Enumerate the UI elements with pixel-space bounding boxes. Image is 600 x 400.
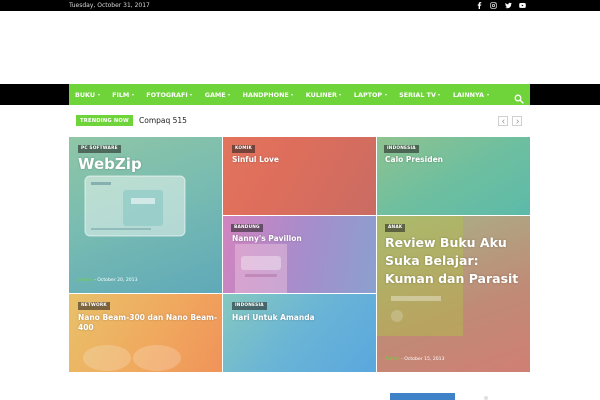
nav-item-label: LAINNYA [452,90,484,99]
category-badge[interactable]: PC SOFTWARE [78,145,121,153]
book-cover-image [235,244,287,293]
trending-prev-button[interactable] [498,116,508,126]
nav-item-serial-tv[interactable]: SERIAL TV [399,90,441,99]
post-title[interactable]: Review Buku Aku Suka Belajar: Kuman dan … [385,234,525,288]
nav-item-label: BUKU [75,90,96,99]
nav-item-kuliner[interactable]: KULINER [306,91,342,99]
chevron-down-icon [228,93,231,96]
nav-item-label: HANDPHONE [242,90,289,99]
post-date: October 20, 2013 [97,278,138,283]
post-date: October 15, 2013 [404,357,445,362]
post-meta: Admin - October 15, 2013 [385,357,445,362]
category-badge[interactable]: KOMIK [232,145,255,153]
nav-item-label: FOTOGRAFI [146,90,188,99]
nav-item-laptop[interactable]: LAPTOP [354,91,387,99]
nav-item-label: GAME [204,90,226,99]
nav-item-game[interactable]: GAME [204,90,231,99]
nav-item-label: KULINER [305,90,337,99]
device-image [83,345,181,371]
post-author[interactable]: Admin [78,278,93,283]
trending-badge: TRENDING NOW [76,115,133,126]
software-box-image [84,175,186,237]
featured-post-tile[interactable]: PC SOFTWARE WebZip Admin - October 20, 2… [69,137,222,293]
trending-title-link[interactable]: Compaq 515 [139,115,187,126]
featured-post-tile[interactable]: KOMIK Sinful Love [223,137,376,215]
nav-item-handphone[interactable]: HANDPHONE [243,91,294,99]
nav-item-film[interactable]: FILM [112,91,134,99]
post-title[interactable]: Nanny's Pavillon [232,234,367,244]
chevron-left-icon [501,118,505,124]
twitter-icon[interactable] [504,1,513,10]
main-navigation: BUKU FILM FOTOGRAFI GAME HANDPHONE KULIN… [0,84,600,105]
post-title[interactable]: Hari Untuk Amanda [232,313,367,323]
post-title[interactable]: WebZip [78,155,213,174]
nav-item-label: SERIAL TV [399,90,436,99]
chevron-down-icon [384,93,387,96]
chevron-down-icon [131,93,134,96]
sidebar-thumbnail[interactable] [390,393,455,400]
youtube-icon[interactable] [518,1,527,10]
post-meta: Admin - October 20, 2013 [78,278,138,283]
nav-item-label: LAPTOP [353,90,383,99]
chevron-down-icon [291,93,294,96]
chevron-down-icon [339,93,342,96]
nav-item-label: FILM [112,90,130,99]
decorative-dot [484,396,488,400]
category-badge[interactable]: BANDUNG [231,224,263,232]
chevron-right-icon [515,118,519,124]
current-date: Tuesday, October 31, 2017 [69,2,150,9]
post-title[interactable]: Calo Presiden [385,155,520,165]
instagram-icon[interactable] [489,1,498,10]
category-badge[interactable]: INDONESIA [384,145,419,153]
search-icon[interactable] [514,89,524,104]
post-author[interactable]: Admin [385,357,400,362]
category-badge[interactable]: NETWORK [78,302,110,310]
featured-post-tile[interactable]: NETWORK Nano Beam-300 dan Nano Beam-400 [69,294,222,372]
featured-post-tile[interactable]: INDONESIA Calo Presiden [377,137,530,215]
post-title[interactable]: Sinful Love [232,155,367,165]
featured-post-tile[interactable]: INDONESIA Hari Untuk Amanda [223,294,376,372]
facebook-icon[interactable] [475,1,484,10]
category-badge[interactable]: INDONESIA [232,302,267,310]
chevron-down-icon [438,93,441,96]
nav-item-lainnya[interactable]: LAINNYA [453,91,489,99]
featured-post-tile[interactable]: ANAK Review Buku Aku Suka Belajar: Kuman… [377,216,530,372]
nav-menu: BUKU FILM FOTOGRAFI GAME HANDPHONE KULIN… [69,84,530,105]
chevron-down-icon [486,93,489,96]
post-title[interactable]: Nano Beam-300 dan Nano Beam-400 [78,313,218,333]
nav-item-buku[interactable]: BUKU [75,91,100,99]
nav-item-fotografi[interactable]: FOTOGRAFI [146,90,193,99]
chevron-down-icon [190,93,193,96]
trending-next-button[interactable] [512,116,522,126]
featured-post-tile[interactable]: BANDUNG Nanny's Pavillon [223,216,376,293]
category-badge[interactable]: ANAK [385,224,406,232]
top-bar: Tuesday, October 31, 2017 [0,0,600,11]
chevron-down-icon [97,93,100,96]
